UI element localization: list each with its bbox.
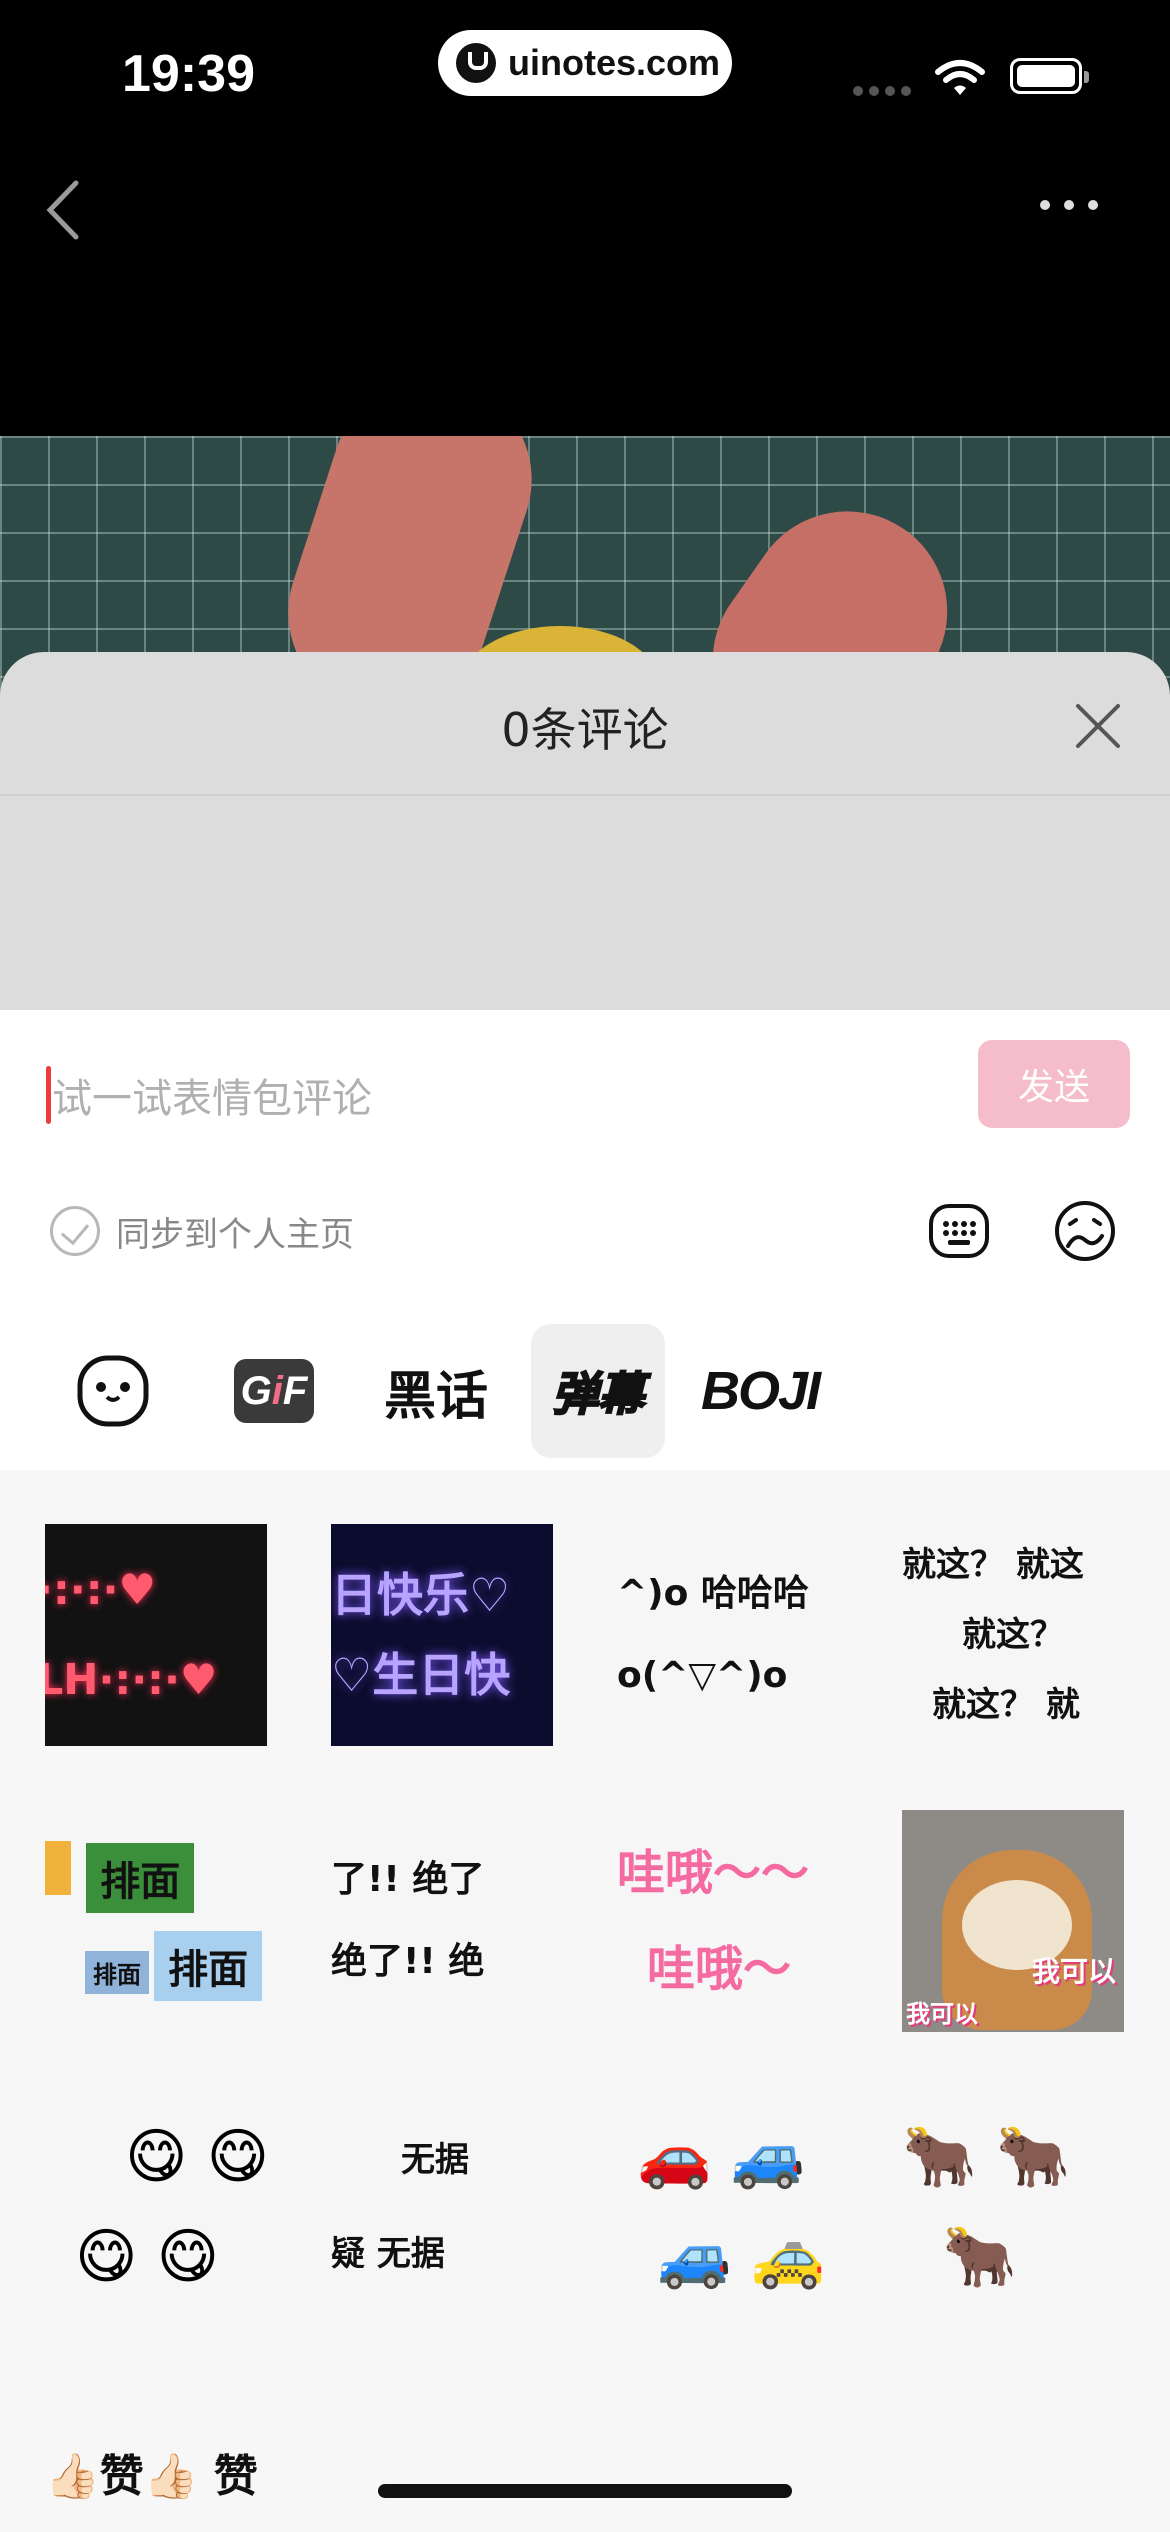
comment-count-title: 0条评论	[501, 703, 669, 757]
sticker-text: o(^▽^)o	[617, 1655, 788, 1696]
url-text: uinotes.com	[508, 42, 721, 83]
comment-sheet: 0条评论 试一试表情包评论 发送 同步到个人主页 G i F 黑话 弹幕 BOJ…	[0, 652, 1170, 2532]
sticker-text: 哇哦～	[647, 1941, 792, 1997]
sticker-grid: ·:·:·♥ ᒪᕼ·:·:·♥ 日快乐♡ ♡生日快 ^)o 哈哈哈 o(^▽^)…	[0, 1470, 1170, 2532]
sticker-text: 🚙 🚕	[657, 2222, 826, 2292]
sticker-text: 🐂	[942, 2222, 1017, 2292]
sticker-hahaha[interactable]: ^)o 哈哈哈 o(^▽^)o	[617, 1524, 839, 1746]
tab-heihua[interactable]: 黑话	[369, 1324, 503, 1458]
sticker-text: 了!! 绝了	[331, 1859, 485, 1900]
sticker-text: 就这？ 就	[932, 1685, 1080, 1725]
uinotes-logo-icon	[456, 43, 496, 83]
status-time: 19:39	[122, 45, 255, 103]
sticker-happy-birthday[interactable]: 日快乐♡ ♡生日快	[331, 1524, 553, 1746]
sticker-caption: 我可以	[906, 2000, 978, 2028]
sticker-yum-emoji[interactable]: 😋 😋 😋 😋	[45, 2096, 267, 2318]
keyboard-icon[interactable]	[926, 1198, 992, 1264]
sticker-text: ·:·:·♥	[45, 1565, 157, 1614]
cellular-signal-icon	[853, 86, 911, 96]
sticker-text: 😋 😋	[75, 2222, 220, 2292]
tab-gif[interactable]: GiF	[207, 1324, 341, 1458]
sticker-text: 就这？ 就这	[902, 1545, 1084, 1585]
sticker-text: 就这？	[962, 1615, 1064, 1655]
sticker-face-icon[interactable]	[1052, 1198, 1118, 1264]
sticker-text: 🚗 🚙	[637, 2122, 806, 2192]
gif-label-icon: GiF	[234, 1359, 314, 1423]
tab-boji-label: BOJI	[700, 1361, 821, 1421]
sticker-paimian[interactable]: 排面 排面 排面	[45, 1810, 267, 2032]
battery-icon	[1010, 58, 1089, 94]
tab-danmu-label: 弹幕	[551, 1366, 645, 1422]
sticker-text: 绝了!! 绝	[331, 1941, 485, 1982]
sticker-tab-bar: GiF 黑话 弹幕 BOJI	[0, 1308, 1170, 1468]
wifi-icon	[935, 60, 985, 95]
close-icon[interactable]	[1072, 700, 1124, 752]
comment-input[interactable]: 试一试表情包评论	[52, 1066, 372, 1124]
sticker-text: 疑 无据	[331, 2234, 445, 2274]
sticker-shiba-dog[interactable]: 我可以 我可以	[902, 1810, 1124, 2032]
sticker-caption: 我可以	[1031, 1955, 1116, 1988]
sticker-cars[interactable]: 🚗 🚙 🚙 🚕	[617, 2096, 839, 2318]
sync-to-profile-toggle[interactable]: 同步到个人主页	[50, 1206, 354, 1256]
sticker-text: 排面	[85, 1951, 149, 1994]
sticker-text: 哇哦～～	[617, 1845, 810, 1901]
sticker-wow[interactable]: 哇哦～～ 哇哦～	[617, 1810, 839, 2032]
sync-to-profile-label: 同步到个人主页	[116, 1214, 354, 1255]
sticker-text: 排面	[86, 1843, 195, 1913]
sticker-wuju[interactable]: 无据 疑 无据	[331, 2096, 553, 2318]
sticker-juele[interactable]: 了!! 绝了 绝了!! 绝	[331, 1810, 553, 2032]
tab-boji[interactable]: BOJI	[693, 1324, 827, 1458]
url-pill: uinotes.com	[438, 30, 732, 96]
sticker-text: ♡生日快	[331, 1648, 511, 1702]
sticker-text: 无据	[401, 2140, 469, 2180]
back-chevron-icon[interactable]	[40, 175, 90, 245]
sticker-text: 😋 😋	[125, 2122, 267, 2192]
tab-emoji-face[interactable]	[46, 1324, 180, 1458]
tab-heihua-label: 黑话	[383, 1366, 488, 1427]
status-bar: 19:39 uinotes.com	[0, 0, 1170, 140]
sticker-text: 🐂 🐂	[902, 2122, 1071, 2192]
more-options-icon[interactable]	[1040, 200, 1098, 210]
sticker-zan-partial[interactable]: 👍🏻赞👍🏻 赞	[45, 2440, 258, 2504]
check-circle-icon[interactable]	[50, 1206, 100, 1256]
text-caret	[46, 1066, 51, 1124]
comment-sheet-header: 0条评论	[0, 652, 1170, 796]
tab-danmu[interactable]: 弹幕	[531, 1324, 665, 1458]
cute-face-icon	[77, 1355, 149, 1427]
sticker-text: ^)o 哈哈哈	[617, 1573, 809, 1614]
sticker-neon-hearts[interactable]: ·:·:·♥ ᒪᕼ·:·:·♥	[45, 1524, 267, 1746]
comment-composer: 试一试表情包评论 发送 同步到个人主页 G i F 黑话 弹幕 BOJI ·:·…	[0, 1010, 1170, 2532]
send-button[interactable]: 发送	[978, 1040, 1130, 1128]
sticker-text: 日快乐♡	[331, 1568, 511, 1622]
sticker-jiuzhe[interactable]: 就这？ 就这 就这？ 就这？ 就	[902, 1524, 1124, 1746]
home-indicator	[378, 2484, 792, 2498]
sticker-text: 排面	[154, 1931, 263, 2001]
sticker-cows[interactable]: 🐂 🐂 🐂	[902, 2096, 1124, 2318]
sticker-text: ᒪᕼ·:·:·♥	[45, 1655, 218, 1704]
